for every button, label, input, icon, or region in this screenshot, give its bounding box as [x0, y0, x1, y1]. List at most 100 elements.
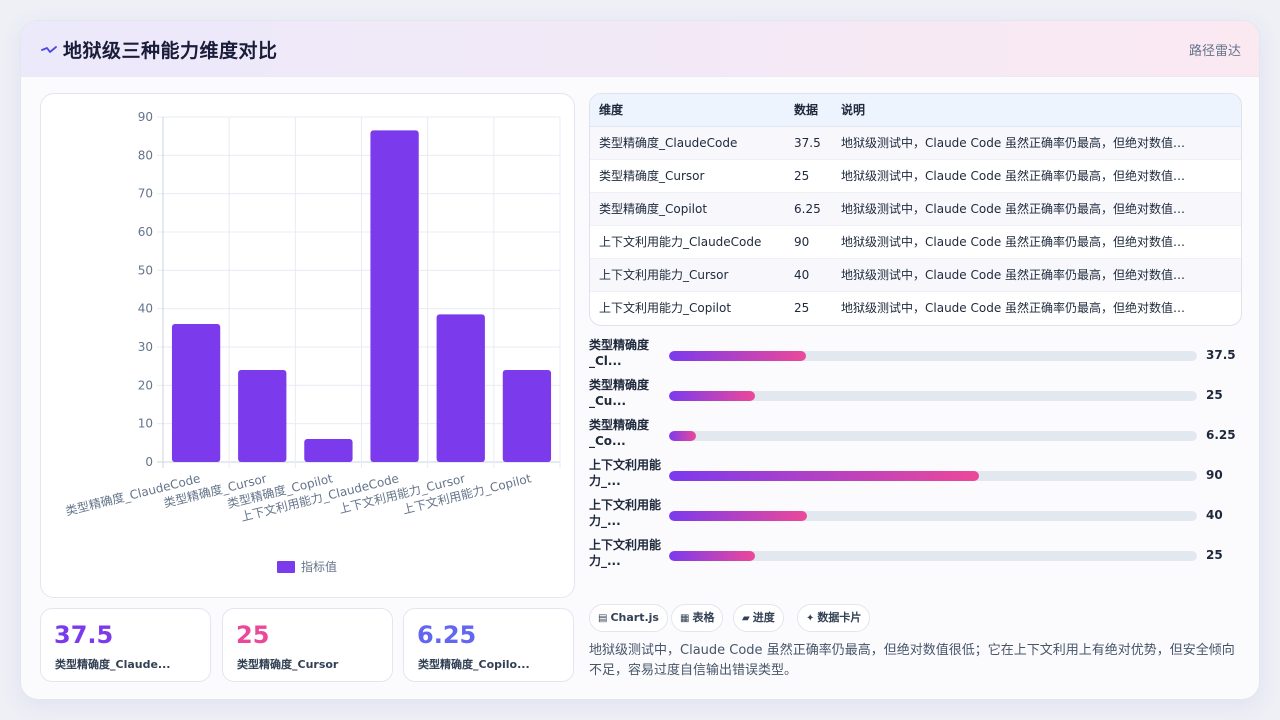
table-row[interactable]: 类型精确度_Cursor 25 地狱级测试中，Claude Code 虽然正确率… [590, 160, 1241, 193]
progress-fill [669, 511, 807, 521]
page-title: 地狱级三种能力维度对比 [63, 40, 278, 62]
cell-dimension: 上下文利用能力_Copilot [599, 301, 732, 315]
kpi-value: 37.5 [54, 621, 114, 649]
table-icon: ▦ [680, 613, 690, 624]
cell-dimension: 类型精确度_ClaudeCode [599, 136, 738, 150]
y-tick-label: 40 [138, 302, 153, 316]
cell-value: 6.25 [794, 202, 821, 216]
y-tick-label: 30 [138, 340, 153, 354]
bar [370, 130, 419, 462]
data-table: 维度 数据 说明 类型精确度_ClaudeCode 37.5 地狱级测试中，Cl… [589, 93, 1242, 326]
progress-track [669, 551, 1197, 561]
chip-data-cards[interactable]: ✦ 数据卡片 [797, 604, 871, 632]
y-tick-label: 70 [138, 187, 153, 201]
cell-value: 37.5 [794, 136, 821, 150]
table-row[interactable]: 上下文利用能力_Copilot 25 地狱级测试中，Claude Code 虽然… [590, 292, 1241, 325]
table-row[interactable]: 上下文利用能力_Cursor 40 地狱级测试中，Claude Code 虽然正… [590, 259, 1241, 292]
legend-swatch [277, 561, 295, 573]
kpi-card-1: 25 类型精确度_Cursor [222, 608, 393, 682]
cell-dimension: 上下文利用能力_Cursor [599, 268, 729, 282]
progress-track [669, 391, 1197, 401]
y-tick-label: 20 [138, 378, 153, 392]
column-header-note: 说明 [841, 103, 866, 117]
legend-label: 指标值 [301, 559, 337, 574]
y-tick-label: 10 [138, 417, 153, 431]
bar [304, 439, 353, 462]
progress-row: 类型精确度 _Cu... 25 [589, 377, 1249, 409]
bar [436, 314, 485, 462]
progress-label: 上下文利用能 力_... [589, 458, 662, 488]
progress-fill [669, 431, 696, 441]
progress-row: 上下文利用能 力_... 90 [589, 457, 1249, 489]
kpi-value: 6.25 [417, 621, 477, 649]
progress-track [669, 351, 1197, 361]
cell-note: 地狱级测试中，Claude Code 虽然正确率仍最高，但绝对数值很... [841, 136, 1190, 150]
cell-value: 25 [794, 301, 810, 315]
cell-note: 地狱级测试中，Claude Code 虽然正确率仍最高，但绝对数值很... [841, 202, 1190, 216]
cell-dimension: 类型精确度_Copilot [599, 202, 708, 216]
kpi-label: 类型精确度_Cursor [237, 658, 339, 671]
page-subtitle: 路径雷达 [1188, 44, 1241, 59]
progress-icon: ▰ [742, 613, 750, 624]
cell-note: 地狱级测试中，Claude Code 虽然正确率仍最高，但绝对数值很... [841, 301, 1190, 315]
bar [238, 370, 287, 462]
kpi-label: 类型精确度_Claude... [55, 658, 171, 671]
progress-fill [669, 471, 979, 481]
cell-note: 地狱级测试中，Claude Code 虽然正确率仍最高，但绝对数值很... [841, 169, 1190, 183]
chip-chartjs[interactable]: ▤ Chart.js [589, 604, 668, 632]
progress-fill [669, 391, 755, 401]
dashboard-frame: 地狱级三种能力维度对比 路径雷达 0 10 20 30 40 50 60 70 80 90 类型精确… [20, 20, 1260, 700]
column-header-value: 数据 [794, 103, 819, 117]
kpi-value: 25 [236, 621, 270, 649]
sparkle-icon: ✦ [806, 613, 815, 624]
chart-icon: ▤ [598, 613, 608, 624]
kpi-label: 类型精确度_Copilo... [418, 658, 530, 671]
bar-chart: 0102030405060708090类型精确度_ClaudeCode类型精确度… [64, 110, 561, 574]
y-tick-label: 0 [145, 455, 153, 469]
progress-value: 37.5 [1206, 348, 1236, 362]
y-tick-label: 50 [138, 263, 153, 277]
column-header-dimension: 维度 [599, 103, 624, 117]
cell-note: 地狱级测试中，Claude Code 虽然正确率仍最高，但绝对数值很... [841, 235, 1190, 249]
progress-value: 6.25 [1206, 428, 1236, 442]
progress-label: 类型精确度 _Cl... [589, 338, 650, 368]
cell-note: 地狱级测试中，Claude Code 虽然正确率仍最高，但绝对数值很... [841, 268, 1190, 282]
cell-value: 90 [794, 235, 810, 249]
bar [502, 370, 552, 462]
progress-fill [669, 351, 807, 361]
progress-value: 40 [1206, 508, 1223, 522]
table-header: 维度 数据 说明 [590, 94, 1241, 127]
table-row[interactable]: 类型精确度_Copilot 6.25 地狱级测试中，Claude Code 虽然… [590, 193, 1241, 226]
y-tick-label: 80 [138, 148, 153, 162]
progress-row: 类型精确度 _Co... 6.25 [589, 417, 1249, 449]
cell-dimension: 上下文利用能力_ClaudeCode [599, 235, 762, 249]
progress-track [669, 511, 1197, 521]
table-row[interactable]: 上下文利用能力_ClaudeCode 90 地狱级测试中，Claude Code… [590, 226, 1241, 259]
chip-progress[interactable]: ▰ 进度 [733, 604, 784, 632]
cell-dimension: 类型精确度_Cursor [599, 169, 705, 183]
bar-chart-card: 0 10 20 30 40 50 60 70 80 90 类型精确度_ClaudeCode 类型精确度… [40, 93, 575, 598]
table-row[interactable]: 类型精确度_ClaudeCode 37.5 地狱级测试中，Claude Code… [590, 127, 1241, 160]
chip-table[interactable]: ▦ 表格 [671, 604, 724, 632]
progress-track [669, 431, 1197, 441]
progress-value: 90 [1206, 468, 1223, 482]
progress-fill [669, 551, 755, 561]
y-tick-label: 60 [138, 225, 153, 239]
cell-value: 40 [794, 268, 810, 282]
progress-label: 上下文利用能 力_... [589, 538, 662, 568]
kpi-card-2: 6.25 类型精确度_Copilo... [403, 608, 574, 682]
progress-row: 类型精确度 _Cl... 37.5 [589, 337, 1249, 369]
summary-text: 地狱级测试中，Claude Code 虽然正确率仍最高，但绝对数值很低；它在上下… [589, 643, 1235, 678]
progress-row: 上下文利用能 力_... 25 [589, 537, 1249, 569]
progress-label: 类型精确度 _Co... [589, 418, 650, 448]
pulse-icon [41, 46, 57, 53]
progress-label: 上下文利用能 力_... [589, 498, 662, 528]
progress-row: 上下文利用能 力_... 40 [589, 497, 1249, 529]
progress-value: 25 [1206, 388, 1223, 402]
header: 地狱级三种能力维度对比 路径雷达 [21, 21, 1259, 77]
bar [171, 324, 221, 462]
cell-value: 25 [794, 169, 810, 183]
progress-track [669, 471, 1197, 481]
y-tick-label: 90 [138, 110, 153, 124]
progress-label: 类型精确度 _Cu... [589, 378, 650, 408]
